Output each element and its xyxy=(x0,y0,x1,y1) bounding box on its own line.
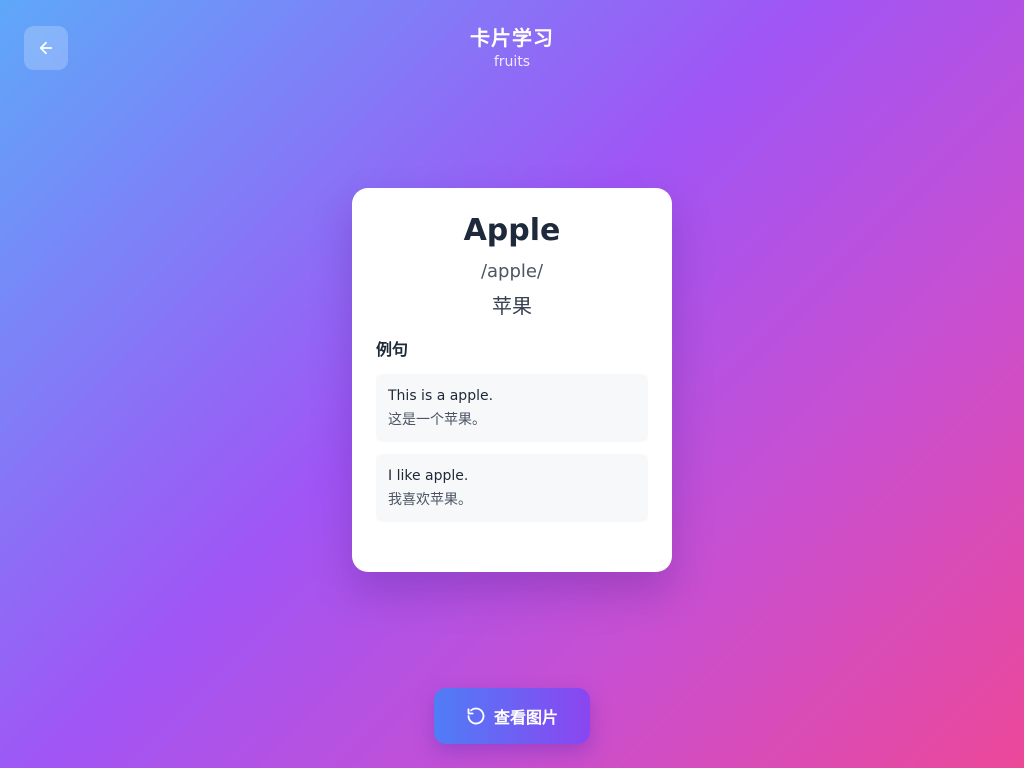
examples-list: This is a apple. 这是一个苹果。 I like apple. 我… xyxy=(376,374,648,522)
examples-heading: 例句 xyxy=(376,340,409,359)
example-item: This is a apple. 这是一个苹果。 xyxy=(376,374,648,442)
page-title: 卡片学习 xyxy=(470,26,554,50)
example-english: I like apple. xyxy=(388,468,469,484)
view-image-label: 查看图片 xyxy=(493,708,558,727)
example-item: I like apple. 我喜欢苹果。 xyxy=(376,454,648,522)
flashcard[interactable]: Apple /apple/ 苹果 例句 This is a apple. 这是一… xyxy=(352,188,672,572)
card-phonetic: /apple/ xyxy=(480,261,544,282)
page-header: 卡片学习 fruits xyxy=(0,24,1024,72)
card-meaning: 苹果 xyxy=(492,294,532,318)
view-image-button[interactable]: 查看图片 xyxy=(434,688,590,744)
card-word: Apple xyxy=(463,213,561,248)
example-chinese: 我喜欢苹果。 xyxy=(388,492,472,508)
rotate-ccw-icon xyxy=(467,707,485,725)
example-chinese: 这是一个苹果。 xyxy=(388,412,486,428)
example-english: This is a apple. xyxy=(388,388,494,404)
page-subtitle: fruits xyxy=(493,54,531,70)
